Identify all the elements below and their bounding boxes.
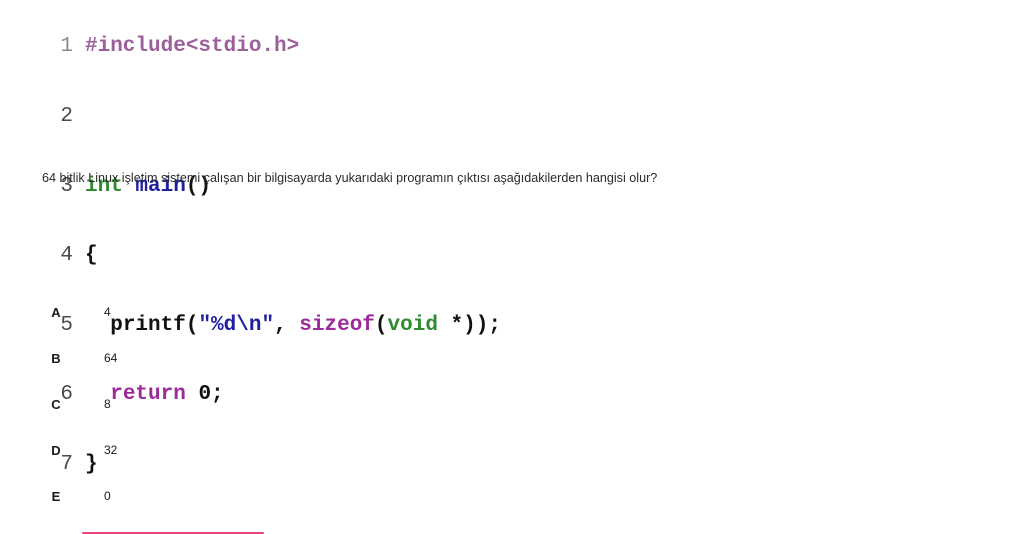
code-paren: ( bbox=[374, 313, 388, 337]
line-number: 2 bbox=[60, 105, 73, 128]
code-open-brace: { bbox=[85, 244, 98, 268]
option-c[interactable]: C 8 bbox=[42, 392, 342, 416]
question-text: 64 bitlik Linux işletim sistemi çalışan … bbox=[42, 171, 658, 185]
code-include: #include<stdio.h> bbox=[85, 35, 300, 59]
option-letter: C bbox=[51, 396, 61, 412]
option-value: 32 bbox=[104, 443, 118, 457]
question-page: 1 #include<stdio.h> 2 3 int main() 4 { 5… bbox=[0, 0, 1035, 534]
option-d[interactable]: D 32 bbox=[42, 438, 342, 462]
code-line-2: 2 bbox=[55, 105, 575, 128]
option-letter: B bbox=[51, 350, 61, 366]
option-value: 4 bbox=[104, 305, 111, 319]
code-line-1: 1 #include<stdio.h> bbox=[55, 35, 575, 58]
line-number: 4 bbox=[60, 244, 73, 268]
code-keyword-void: void bbox=[387, 313, 438, 337]
option-b[interactable]: B 64 bbox=[42, 346, 342, 370]
option-value: 0 bbox=[104, 489, 111, 503]
code-line-4: 4 { bbox=[55, 244, 575, 267]
code-pointer-close: *)); bbox=[437, 313, 501, 337]
option-value: 64 bbox=[104, 351, 118, 365]
option-a[interactable]: A 4 bbox=[42, 300, 342, 324]
option-letter: E bbox=[51, 488, 61, 504]
line-number: 1 bbox=[60, 35, 73, 59]
option-letter: A bbox=[51, 304, 61, 320]
option-letter: D bbox=[51, 442, 61, 458]
option-e[interactable]: E 0 bbox=[42, 484, 342, 508]
option-value: 8 bbox=[104, 397, 111, 411]
